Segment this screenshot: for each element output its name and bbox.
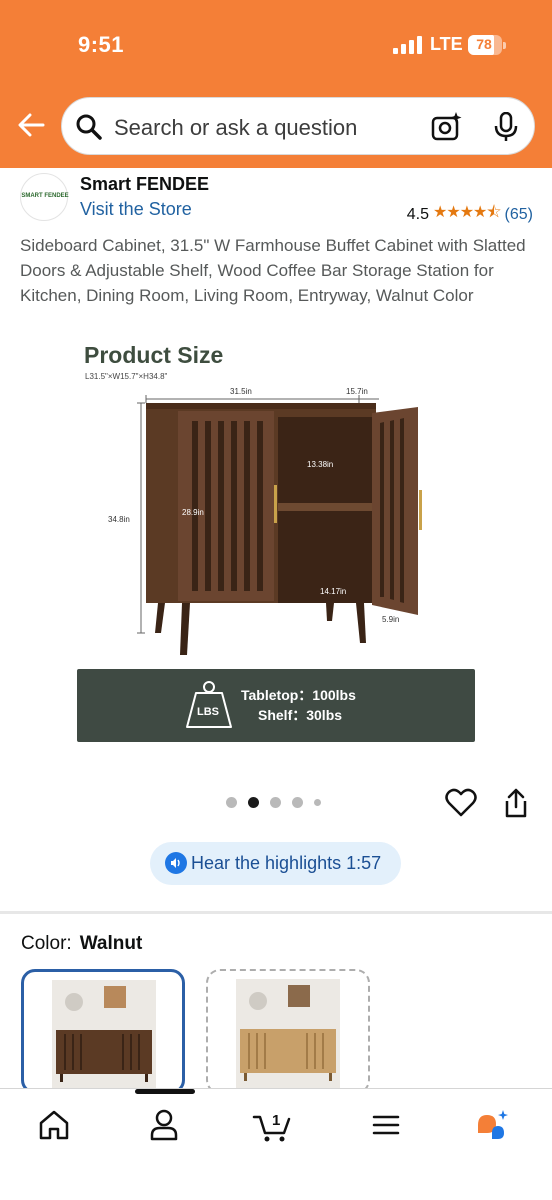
cart-icon[interactable]: 1: [252, 1105, 292, 1145]
signal-icon: [393, 36, 422, 54]
status-bar: 9:51 LTE 78: [0, 0, 552, 90]
visit-store-link[interactable]: Visit the Store: [80, 199, 192, 220]
carousel-dot[interactable]: [226, 797, 237, 808]
brand-name: Smart FENDEE: [80, 174, 210, 194]
shelf-capacity: Shelf：30lbs: [258, 707, 342, 723]
home-icon[interactable]: [34, 1105, 74, 1145]
color-label: Color:: [21, 933, 72, 954]
account-icon[interactable]: [144, 1105, 184, 1145]
search-icon: [76, 114, 102, 140]
dim-width: 31.5in: [230, 387, 252, 396]
rating-summary[interactable]: 4.5 ★★★★⯪ (65): [407, 201, 533, 228]
status-time: 9:51: [78, 32, 125, 57]
section-divider: [0, 911, 552, 914]
rating-value: 4.5: [406, 205, 430, 223]
brand-logo[interactable]: SMART FENDEE: [20, 173, 69, 221]
back-arrow-icon[interactable]: [16, 110, 46, 140]
load-capacity-panel: [77, 669, 475, 742]
carousel-dot[interactable]: [292, 797, 303, 808]
tabletop-capacity: Tabletop：100lbs: [241, 687, 356, 703]
star-rating-icon: ★★★★⯪: [433, 204, 502, 221]
rufus-assistant-icon[interactable]: [472, 1105, 512, 1145]
cart-count: 1: [272, 1112, 280, 1129]
carousel-dot[interactable]: [314, 799, 321, 806]
carousel-indicator[interactable]: [226, 797, 321, 808]
battery-icon: 78: [468, 35, 506, 55]
dim-inner-depth: 14.17in: [320, 587, 346, 596]
dim-door-height: 28.9in: [182, 508, 204, 517]
dim-depth: 15.7in: [346, 387, 368, 396]
image-subheading: L31.5"×W15.7"×H34.8": [85, 372, 168, 381]
hear-highlights-button[interactable]: Hear the highlights 1:57: [150, 842, 401, 885]
dim-shelf-gap: 13.38in: [307, 460, 333, 469]
dim-height: 34.8in: [108, 515, 130, 524]
image-heading: Product Size: [84, 342, 223, 368]
active-tab-indicator: [135, 1089, 195, 1094]
hear-highlights-label: Hear the highlights 1:57: [191, 853, 382, 873]
oak-thumbnail: [236, 979, 340, 1089]
share-icon[interactable]: [503, 787, 529, 819]
product-image[interactable]: Product Size L31.5"×W15.7"×H34.8" 31.5in…: [64, 335, 488, 755]
speaker-icon: [165, 852, 187, 874]
search-bar[interactable]: Search or ask a question: [61, 97, 535, 155]
carousel-dot-active[interactable]: [248, 797, 259, 808]
app-header: 9:51 LTE 78 Search or ask a question: [0, 0, 552, 168]
weight-icon-label: LBS: [197, 706, 219, 718]
dim-leg: 5.9in: [382, 615, 399, 624]
color-selection-label: Color: Walnut: [21, 933, 142, 955]
product-title: Sideboard Cabinet, 31.5" W Farmhouse Buf…: [20, 236, 526, 305]
microphone-icon[interactable]: [493, 112, 519, 142]
walnut-thumbnail: [52, 980, 156, 1090]
search-input[interactable]: Search or ask a question: [114, 115, 357, 141]
camera-sparkle-icon[interactable]: [431, 111, 463, 143]
battery-level: 78: [476, 36, 492, 52]
rating-count[interactable]: (65): [505, 206, 533, 224]
heart-icon[interactable]: [445, 788, 477, 818]
color-swatch-walnut[interactable]: [21, 969, 185, 1094]
carousel-dot[interactable]: [270, 797, 281, 808]
menu-icon[interactable]: [366, 1105, 406, 1145]
bottom-navigation: 1: [0, 1088, 552, 1200]
network-type: LTE: [430, 34, 463, 54]
color-swatch-oak[interactable]: [206, 969, 370, 1094]
cabinet-illustration: [146, 403, 422, 655]
color-value: Walnut: [79, 933, 143, 954]
